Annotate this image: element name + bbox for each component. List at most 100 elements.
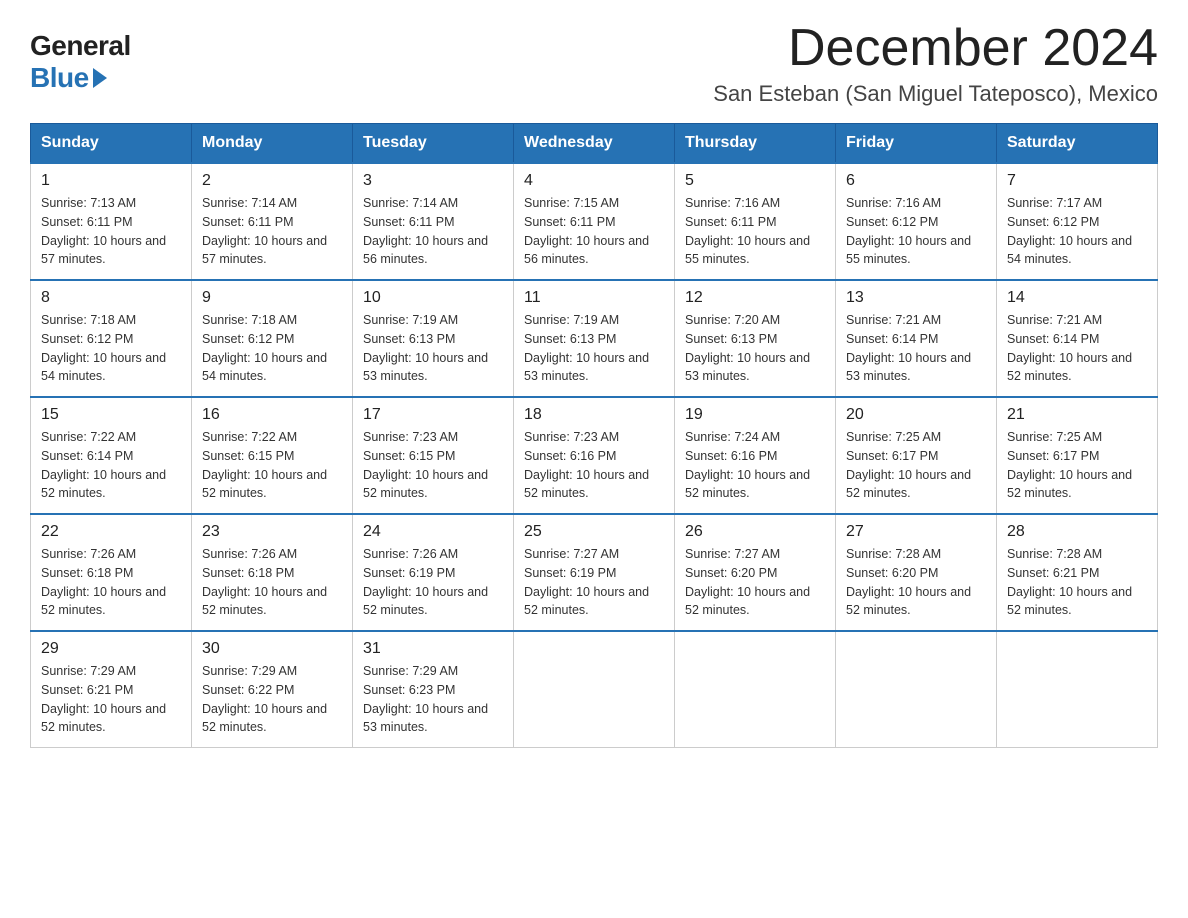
calendar-cell: 26 Sunrise: 7:27 AMSunset: 6:20 PMDaylig…: [675, 514, 836, 631]
calendar-cell: 6 Sunrise: 7:16 AMSunset: 6:12 PMDayligh…: [836, 163, 997, 280]
day-info: Sunrise: 7:28 AMSunset: 6:20 PMDaylight:…: [846, 545, 986, 620]
page-subtitle: San Esteban (San Miguel Tateposco), Mexi…: [713, 81, 1158, 107]
header-day-saturday: Saturday: [997, 124, 1158, 164]
day-info: Sunrise: 7:23 AMSunset: 6:15 PMDaylight:…: [363, 428, 503, 503]
calendar-cell: [675, 631, 836, 748]
day-info: Sunrise: 7:28 AMSunset: 6:21 PMDaylight:…: [1007, 545, 1147, 620]
calendar-cell: 8 Sunrise: 7:18 AMSunset: 6:12 PMDayligh…: [31, 280, 192, 397]
page-title: December 2024: [713, 20, 1158, 77]
logo-blue-text: Blue: [30, 62, 107, 94]
day-number: 11: [524, 289, 664, 307]
calendar-cell: 18 Sunrise: 7:23 AMSunset: 6:16 PMDaylig…: [514, 397, 675, 514]
header-day-friday: Friday: [836, 124, 997, 164]
calendar-cell: 21 Sunrise: 7:25 AMSunset: 6:17 PMDaylig…: [997, 397, 1158, 514]
calendar-cell: 20 Sunrise: 7:25 AMSunset: 6:17 PMDaylig…: [836, 397, 997, 514]
calendar-cell: 11 Sunrise: 7:19 AMSunset: 6:13 PMDaylig…: [514, 280, 675, 397]
day-info: Sunrise: 7:16 AMSunset: 6:11 PMDaylight:…: [685, 194, 825, 269]
calendar-week-1: 1 Sunrise: 7:13 AMSunset: 6:11 PMDayligh…: [31, 163, 1158, 280]
logo: General Blue: [30, 30, 131, 94]
calendar-cell: 9 Sunrise: 7:18 AMSunset: 6:12 PMDayligh…: [192, 280, 353, 397]
header-day-tuesday: Tuesday: [353, 124, 514, 164]
calendar-cell: 4 Sunrise: 7:15 AMSunset: 6:11 PMDayligh…: [514, 163, 675, 280]
day-number: 27: [846, 523, 986, 541]
calendar-cell: 24 Sunrise: 7:26 AMSunset: 6:19 PMDaylig…: [353, 514, 514, 631]
day-number: 17: [363, 406, 503, 424]
day-info: Sunrise: 7:25 AMSunset: 6:17 PMDaylight:…: [846, 428, 986, 503]
day-number: 2: [202, 172, 342, 190]
day-number: 16: [202, 406, 342, 424]
day-number: 13: [846, 289, 986, 307]
day-number: 12: [685, 289, 825, 307]
day-number: 29: [41, 640, 181, 658]
day-number: 18: [524, 406, 664, 424]
day-info: Sunrise: 7:27 AMSunset: 6:19 PMDaylight:…: [524, 545, 664, 620]
day-info: Sunrise: 7:26 AMSunset: 6:18 PMDaylight:…: [41, 545, 181, 620]
day-info: Sunrise: 7:19 AMSunset: 6:13 PMDaylight:…: [524, 311, 664, 386]
day-info: Sunrise: 7:18 AMSunset: 6:12 PMDaylight:…: [41, 311, 181, 386]
calendar-cell: 19 Sunrise: 7:24 AMSunset: 6:16 PMDaylig…: [675, 397, 836, 514]
calendar-header: SundayMondayTuesdayWednesdayThursdayFrid…: [31, 124, 1158, 164]
calendar-cell: [836, 631, 997, 748]
calendar-cell: 16 Sunrise: 7:22 AMSunset: 6:15 PMDaylig…: [192, 397, 353, 514]
calendar-cell: 12 Sunrise: 7:20 AMSunset: 6:13 PMDaylig…: [675, 280, 836, 397]
day-number: 1: [41, 172, 181, 190]
header-day-wednesday: Wednesday: [514, 124, 675, 164]
calendar-week-5: 29 Sunrise: 7:29 AMSunset: 6:21 PMDaylig…: [31, 631, 1158, 748]
header-row: SundayMondayTuesdayWednesdayThursdayFrid…: [31, 124, 1158, 164]
day-info: Sunrise: 7:15 AMSunset: 6:11 PMDaylight:…: [524, 194, 664, 269]
day-info: Sunrise: 7:25 AMSunset: 6:17 PMDaylight:…: [1007, 428, 1147, 503]
day-info: Sunrise: 7:23 AMSunset: 6:16 PMDaylight:…: [524, 428, 664, 503]
logo-triangle-icon: [93, 68, 107, 88]
header-day-monday: Monday: [192, 124, 353, 164]
day-number: 21: [1007, 406, 1147, 424]
page-header: General Blue December 2024 San Esteban (…: [30, 20, 1158, 107]
day-info: Sunrise: 7:17 AMSunset: 6:12 PMDaylight:…: [1007, 194, 1147, 269]
day-info: Sunrise: 7:29 AMSunset: 6:23 PMDaylight:…: [363, 662, 503, 737]
title-block: December 2024 San Esteban (San Miguel Ta…: [713, 20, 1158, 107]
day-info: Sunrise: 7:27 AMSunset: 6:20 PMDaylight:…: [685, 545, 825, 620]
calendar-cell: 15 Sunrise: 7:22 AMSunset: 6:14 PMDaylig…: [31, 397, 192, 514]
calendar-cell: 3 Sunrise: 7:14 AMSunset: 6:11 PMDayligh…: [353, 163, 514, 280]
logo-general-text: General: [30, 30, 131, 62]
day-info: Sunrise: 7:14 AMSunset: 6:11 PMDaylight:…: [363, 194, 503, 269]
day-number: 8: [41, 289, 181, 307]
day-number: 23: [202, 523, 342, 541]
day-info: Sunrise: 7:29 AMSunset: 6:21 PMDaylight:…: [41, 662, 181, 737]
day-number: 20: [846, 406, 986, 424]
day-number: 31: [363, 640, 503, 658]
calendar-cell: 25 Sunrise: 7:27 AMSunset: 6:19 PMDaylig…: [514, 514, 675, 631]
day-number: 30: [202, 640, 342, 658]
day-number: 25: [524, 523, 664, 541]
day-number: 26: [685, 523, 825, 541]
calendar-week-3: 15 Sunrise: 7:22 AMSunset: 6:14 PMDaylig…: [31, 397, 1158, 514]
calendar-cell: 31 Sunrise: 7:29 AMSunset: 6:23 PMDaylig…: [353, 631, 514, 748]
calendar-week-2: 8 Sunrise: 7:18 AMSunset: 6:12 PMDayligh…: [31, 280, 1158, 397]
calendar-cell: 14 Sunrise: 7:21 AMSunset: 6:14 PMDaylig…: [997, 280, 1158, 397]
calendar-cell: 27 Sunrise: 7:28 AMSunset: 6:20 PMDaylig…: [836, 514, 997, 631]
day-info: Sunrise: 7:18 AMSunset: 6:12 PMDaylight:…: [202, 311, 342, 386]
day-info: Sunrise: 7:16 AMSunset: 6:12 PMDaylight:…: [846, 194, 986, 269]
header-day-sunday: Sunday: [31, 124, 192, 164]
calendar-cell: 13 Sunrise: 7:21 AMSunset: 6:14 PMDaylig…: [836, 280, 997, 397]
calendar-cell: [514, 631, 675, 748]
day-number: 22: [41, 523, 181, 541]
day-info: Sunrise: 7:19 AMSunset: 6:13 PMDaylight:…: [363, 311, 503, 386]
day-info: Sunrise: 7:24 AMSunset: 6:16 PMDaylight:…: [685, 428, 825, 503]
day-number: 28: [1007, 523, 1147, 541]
calendar-cell: 23 Sunrise: 7:26 AMSunset: 6:18 PMDaylig…: [192, 514, 353, 631]
calendar-cell: 17 Sunrise: 7:23 AMSunset: 6:15 PMDaylig…: [353, 397, 514, 514]
day-number: 6: [846, 172, 986, 190]
day-number: 24: [363, 523, 503, 541]
day-number: 3: [363, 172, 503, 190]
calendar-cell: 22 Sunrise: 7:26 AMSunset: 6:18 PMDaylig…: [31, 514, 192, 631]
day-info: Sunrise: 7:13 AMSunset: 6:11 PMDaylight:…: [41, 194, 181, 269]
calendar-body: 1 Sunrise: 7:13 AMSunset: 6:11 PMDayligh…: [31, 163, 1158, 748]
calendar-table: SundayMondayTuesdayWednesdayThursdayFrid…: [30, 123, 1158, 748]
day-number: 9: [202, 289, 342, 307]
day-number: 5: [685, 172, 825, 190]
calendar-cell: 28 Sunrise: 7:28 AMSunset: 6:21 PMDaylig…: [997, 514, 1158, 631]
calendar-cell: 10 Sunrise: 7:19 AMSunset: 6:13 PMDaylig…: [353, 280, 514, 397]
day-info: Sunrise: 7:22 AMSunset: 6:15 PMDaylight:…: [202, 428, 342, 503]
day-number: 10: [363, 289, 503, 307]
day-info: Sunrise: 7:21 AMSunset: 6:14 PMDaylight:…: [846, 311, 986, 386]
